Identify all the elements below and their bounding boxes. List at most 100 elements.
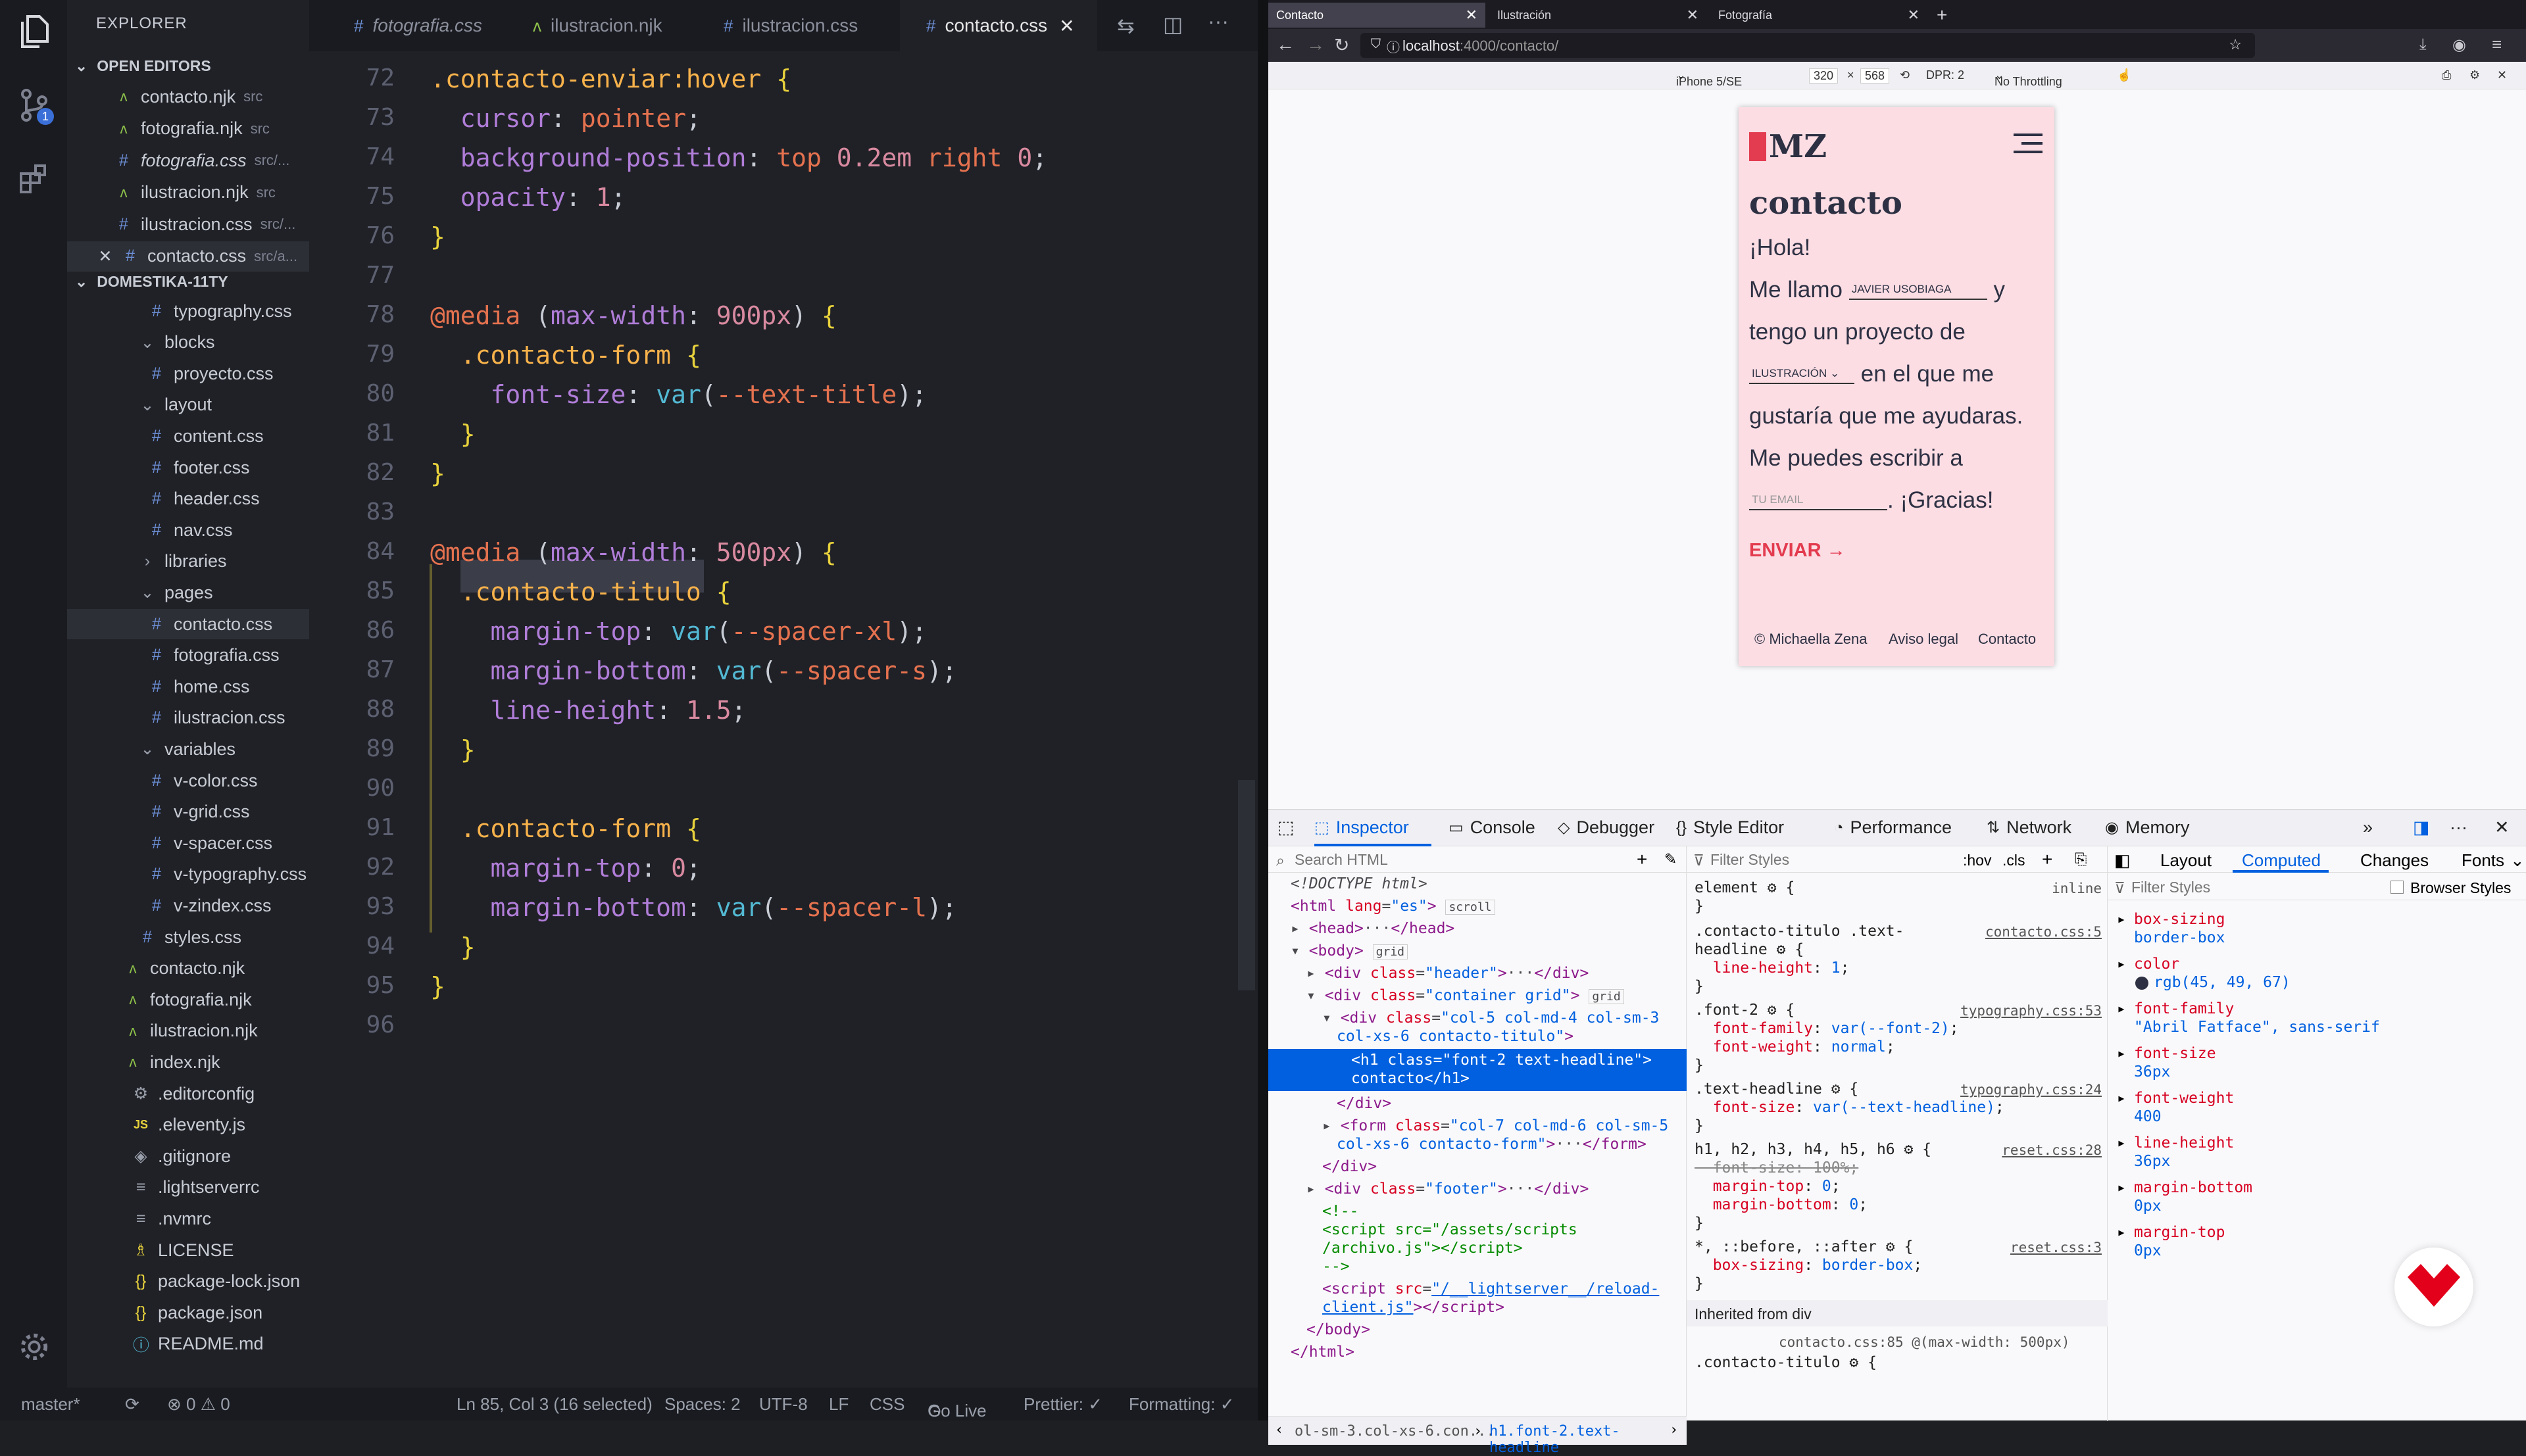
files-icon[interactable] — [17, 14, 51, 49]
dpr-selector[interactable]: DPR: 2 — [1926, 68, 1964, 82]
tree-item-file[interactable]: ʌ fotografia.njk — [125, 984, 252, 1015]
browser-tab-ilustracion[interactable]: Ilustración ✕ — [1489, 3, 1706, 28]
devtools-tab-debugger[interactable]: ◇ Debugger — [1558, 817, 1654, 838]
code-line[interactable]: opacity: 1; — [430, 183, 626, 212]
html-line[interactable]: <script src="/assets/scripts — [1322, 1221, 1577, 1238]
editor-scrollbar[interactable] — [1238, 780, 1255, 990]
rule[interactable]: .contacto-titulo .text- — [1695, 923, 1904, 940]
open-editors-header[interactable]: ⌄ OPEN EDITORS — [75, 51, 211, 80]
tree-item-folder[interactable]: ⌄ pages — [139, 577, 213, 608]
code-line[interactable]: margin-top: 0; — [430, 854, 701, 883]
html-line[interactable]: ▾ <div class="container grid"> grid — [1306, 987, 1624, 1004]
tab-fonts[interactable]: Fonts — [2462, 850, 2504, 871]
code-editor[interactable]: 72 .contacto-enviar:hover {73 cursor: poi… — [309, 51, 1258, 1388]
html-line[interactable]: ▸ <div class="footer">···</div> — [1306, 1180, 1589, 1198]
computed-filter-input[interactable] — [2131, 877, 2368, 898]
computed-property-name[interactable]: margin-bottom — [2134, 1179, 2252, 1196]
rule[interactable]: font-size: 100%; — [1695, 1159, 1859, 1177]
email-input[interactable]: TU EMAIL — [1749, 493, 1887, 510]
html-line[interactable]: /archivo.js"></script> — [1322, 1240, 1523, 1257]
cls-toggle[interactable]: .cls — [2002, 852, 2025, 869]
code-line[interactable]: line-height: 1.5; — [430, 696, 747, 725]
rule[interactable]: element ⚙ { — [1695, 879, 1795, 896]
rule[interactable]: headline ⚙ { — [1695, 941, 1804, 958]
html-line[interactable]: col-xs-6 contacto-titulo"> — [1337, 1028, 1573, 1045]
devtools-tab-inspector[interactable]: ⬚ Inspector — [1314, 817, 1409, 838]
chevron-down-icon[interactable]: ⌄ — [2510, 850, 2525, 871]
toggle-sidebar-icon[interactable]: ◧ — [2114, 850, 2131, 871]
window-divider[interactable] — [1258, 0, 1268, 1420]
tree-item-file[interactable]: # v-color.css — [149, 765, 257, 796]
computed-property-name[interactable]: font-weight — [2134, 1090, 2234, 1107]
code-line[interactable]: background-position: top 0.2em right 0; — [430, 143, 1047, 172]
code-line[interactable]: } — [430, 972, 445, 1001]
computed-expander-icon[interactable]: ▸ — [2117, 1045, 2126, 1062]
rule[interactable]: box-sizing: border-box; — [1695, 1257, 1923, 1274]
footer-legal-link[interactable]: Aviso legal — [1889, 631, 1958, 648]
browser-styles-checkbox[interactable] — [2390, 881, 2404, 894]
html-line[interactable]: <h1 class="font-2 text-headline"> — [1351, 1052, 1652, 1069]
tree-item-file[interactable]: # v-grid.css — [149, 797, 249, 827]
url-bar[interactable]: ⛉ ⓘ localhost:4000/contacto/ ☆ — [1360, 33, 2255, 58]
html-line[interactable]: <!DOCTYPE html> — [1291, 875, 1427, 892]
code-line[interactable]: margin-bottom: var(--spacer-l); — [430, 893, 957, 922]
cursor-position[interactable]: Ln 85, Col 3 (16 selected) — [457, 1394, 653, 1415]
sync-icon[interactable]: ⟳ — [125, 1394, 139, 1415]
code-line[interactable]: .contacto-form { — [430, 814, 701, 843]
tree-item-file[interactable]: # fotografia.css — [149, 641, 280, 671]
computed-property-name[interactable]: font-size — [2134, 1045, 2216, 1062]
computed-property-name[interactable]: font-family — [2134, 1000, 2234, 1017]
html-line[interactable]: contacto</h1> — [1351, 1070, 1470, 1087]
tree-item-file[interactable]: # header.css — [149, 484, 260, 514]
tree-item-file[interactable]: # ilustracion.css — [149, 703, 285, 733]
send-button[interactable]: ENVIAR → — [1749, 540, 1846, 562]
problems-indicator[interactable]: ⊗ 0 ⚠ 0 — [167, 1394, 230, 1415]
encoding[interactable]: UTF-8 — [759, 1394, 808, 1415]
tree-item-file[interactable]: ʌ ilustracion.njk — [125, 1016, 258, 1046]
rule[interactable]: *, ::before, ::after ⚙ { — [1695, 1238, 1913, 1255]
tree-item-file[interactable]: ♗ LICENSE — [133, 1235, 234, 1265]
settings-icon[interactable]: ⚙ — [2469, 68, 2480, 82]
html-line[interactable]: client.js"></script> — [1322, 1299, 1504, 1316]
html-line[interactable]: ▸ <form class="col-7 col-md-6 col-sm-5 — [1322, 1117, 1668, 1134]
browser-tab-fotografia[interactable]: Fotografía ✕ — [1710, 3, 1927, 28]
tree-item-file[interactable]: ʌ contacto.njk — [125, 954, 245, 984]
breadcrumb-back-icon[interactable]: ‹ — [1275, 1422, 1283, 1438]
rule[interactable]: font-family: var(--font-2); — [1695, 1020, 1959, 1037]
code-line[interactable]: .contacto-titulo { — [430, 577, 731, 606]
devtools-tab-performance[interactable]: ◔ Performance — [1834, 817, 1952, 838]
close-icon[interactable]: ✕ — [1466, 7, 1477, 24]
rotate-icon[interactable]: ⟲ — [1900, 68, 1910, 82]
rule-source[interactable]: typography.css:24 — [1960, 1082, 2102, 1098]
code-line[interactable]: } — [430, 735, 476, 764]
tree-item-file[interactable]: # contacto.css — [67, 609, 309, 639]
rule[interactable]: font-size: var(--text-headline); — [1695, 1099, 2004, 1116]
tree-item-file[interactable]: # v-spacer.css — [149, 828, 272, 858]
editor-tab[interactable]: ʌ ilustracion.njk — [507, 0, 695, 51]
tree-item-folder[interactable]: ⌄ variables — [139, 734, 236, 764]
code-line[interactable]: @media (max-width: 900px) { — [430, 301, 837, 330]
forward-icon[interactable]: → — [1306, 34, 1325, 55]
split-editor-icon[interactable]: ◫ — [1163, 12, 1183, 37]
more-actions-icon[interactable]: ··· — [1208, 9, 1229, 34]
html-line[interactable]: </body> — [1306, 1321, 1370, 1338]
tree-item-file[interactable]: ≡ .lightserverrc — [133, 1173, 260, 1203]
computed-property-name[interactable]: box-sizing — [2134, 911, 2225, 928]
search-html-input[interactable] — [1295, 849, 1610, 870]
language-mode[interactable]: CSS — [870, 1394, 904, 1415]
browser-tab-contacto[interactable]: Contacto ✕ — [1268, 3, 1485, 28]
indent-setting[interactable]: Spaces: 2 — [664, 1394, 741, 1415]
computed-expander-icon[interactable]: ▸ — [2117, 1224, 2126, 1241]
back-icon[interactable]: ← — [1276, 34, 1295, 55]
devtools-tab-console[interactable]: ▭ Console — [1449, 817, 1535, 838]
tree-item-file[interactable]: # footer.css — [149, 452, 250, 483]
bookmark-star-icon[interactable]: ☆ — [2229, 36, 2242, 53]
screenshot-icon[interactable]: ⎙ — [2442, 68, 2451, 82]
account-icon[interactable]: ◉ — [2452, 36, 2466, 55]
computed-expander-icon[interactable]: ▸ — [2117, 1000, 2126, 1017]
computed-property-name[interactable]: margin-top — [2134, 1224, 2225, 1241]
eol[interactable]: LF — [829, 1394, 849, 1415]
devtools-tab-style-editor[interactable]: {} Style Editor — [1676, 817, 1784, 838]
html-line[interactable]: <html lang="es"> scroll — [1291, 898, 1495, 915]
html-line[interactable]: ▾ <div class="col-5 col-md-4 col-sm-3 — [1322, 1009, 1659, 1027]
